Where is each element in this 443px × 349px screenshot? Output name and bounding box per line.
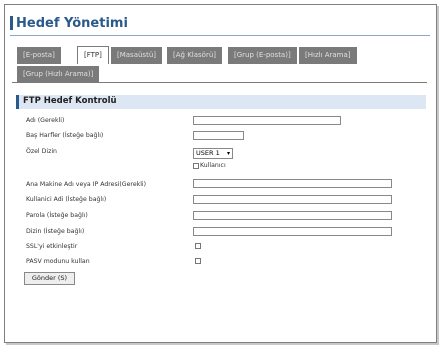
section-header: FTP Hedef Kontrolü — [16, 95, 426, 109]
chevron-down-icon: ▾ — [226, 150, 230, 157]
tab-network-folder[interactable]: [Ağ Klasörü] — [167, 47, 222, 64]
username-label: Kullanici Adi (İsteğe bağlı) — [26, 196, 107, 203]
ssl-checkbox[interactable] — [195, 243, 201, 249]
title-accent-bar — [10, 16, 13, 30]
tab-ftp[interactable]: [FTP] — [77, 46, 109, 64]
page-title: Hedef Yönetimi — [16, 16, 128, 31]
name-input[interactable] — [193, 116, 341, 125]
title-divider — [10, 35, 430, 36]
tab-group-email[interactable]: [Grup (E-posta)] — [228, 47, 297, 64]
section-title: FTP Hedef Kontrolü — [23, 96, 117, 106]
tab-group-quick-dial[interactable]: [Grup (Hızlı Arama)] — [17, 66, 100, 83]
custom-dir-value: USER 1 — [196, 149, 220, 157]
username-input[interactable] — [193, 195, 392, 204]
custom-dir-select[interactable]: USER 1 ▾ — [193, 148, 233, 159]
section-accent-bar — [16, 95, 19, 109]
tab-quick-dial[interactable]: [Hızlı Arama] — [299, 47, 357, 64]
tabs-baseline — [12, 82, 427, 83]
pasv-checkbox[interactable] — [195, 258, 201, 264]
user-checkbox-label: Kullanıcı — [200, 162, 226, 169]
name-label: Adı (Gerekli) — [26, 117, 65, 124]
host-label: Ana Makine Adı veya IP Adresi(Gerekli) — [26, 181, 147, 188]
tab-desktop[interactable]: [Masaüstü] — [111, 47, 162, 64]
ssl-label: SSL'yi etkinleştir — [26, 243, 78, 250]
password-input[interactable] — [193, 211, 392, 220]
tab-email[interactable]: [E-posta] — [17, 47, 61, 64]
submit-button[interactable]: Gönder (S) — [24, 272, 75, 285]
custom-dir-label: Özel Dizin — [26, 148, 57, 155]
initials-label: Baş Harfler (İsteğe bağlı) — [26, 132, 104, 139]
password-label: Parola (İsteğe bağlı) — [26, 212, 88, 219]
initials-input[interactable] — [193, 131, 244, 140]
user-checkbox[interactable] — [193, 163, 199, 169]
directory-input[interactable] — [193, 227, 392, 236]
host-input[interactable] — [193, 179, 392, 188]
pasv-label: PASV modunu kullan — [26, 258, 90, 265]
directory-label: Dizin (İsteğe bağlı) — [26, 228, 85, 235]
